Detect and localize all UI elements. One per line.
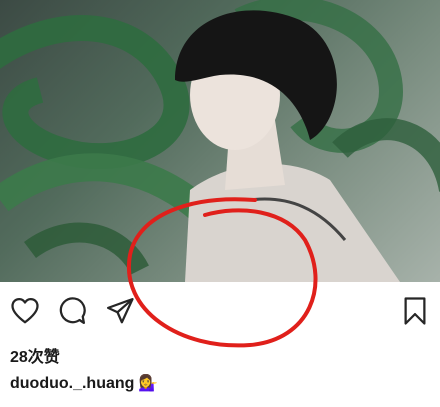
heart-icon[interactable]: [10, 296, 40, 326]
post-photo[interactable]: [0, 0, 440, 282]
likes-count[interactable]: 28次赞: [10, 343, 60, 367]
caption: duoduo._.huang 💁‍♀️: [10, 373, 158, 393]
bookmark-icon[interactable]: [400, 296, 430, 326]
post-action-bar: [0, 282, 440, 338]
paper-plane-icon[interactable]: [105, 296, 135, 326]
photo-illustration: [0, 0, 440, 282]
comment-icon[interactable]: [57, 296, 87, 326]
caption-username[interactable]: duoduo._.huang: [10, 375, 134, 392]
caption-emoji: 💁‍♀️: [138, 375, 159, 392]
